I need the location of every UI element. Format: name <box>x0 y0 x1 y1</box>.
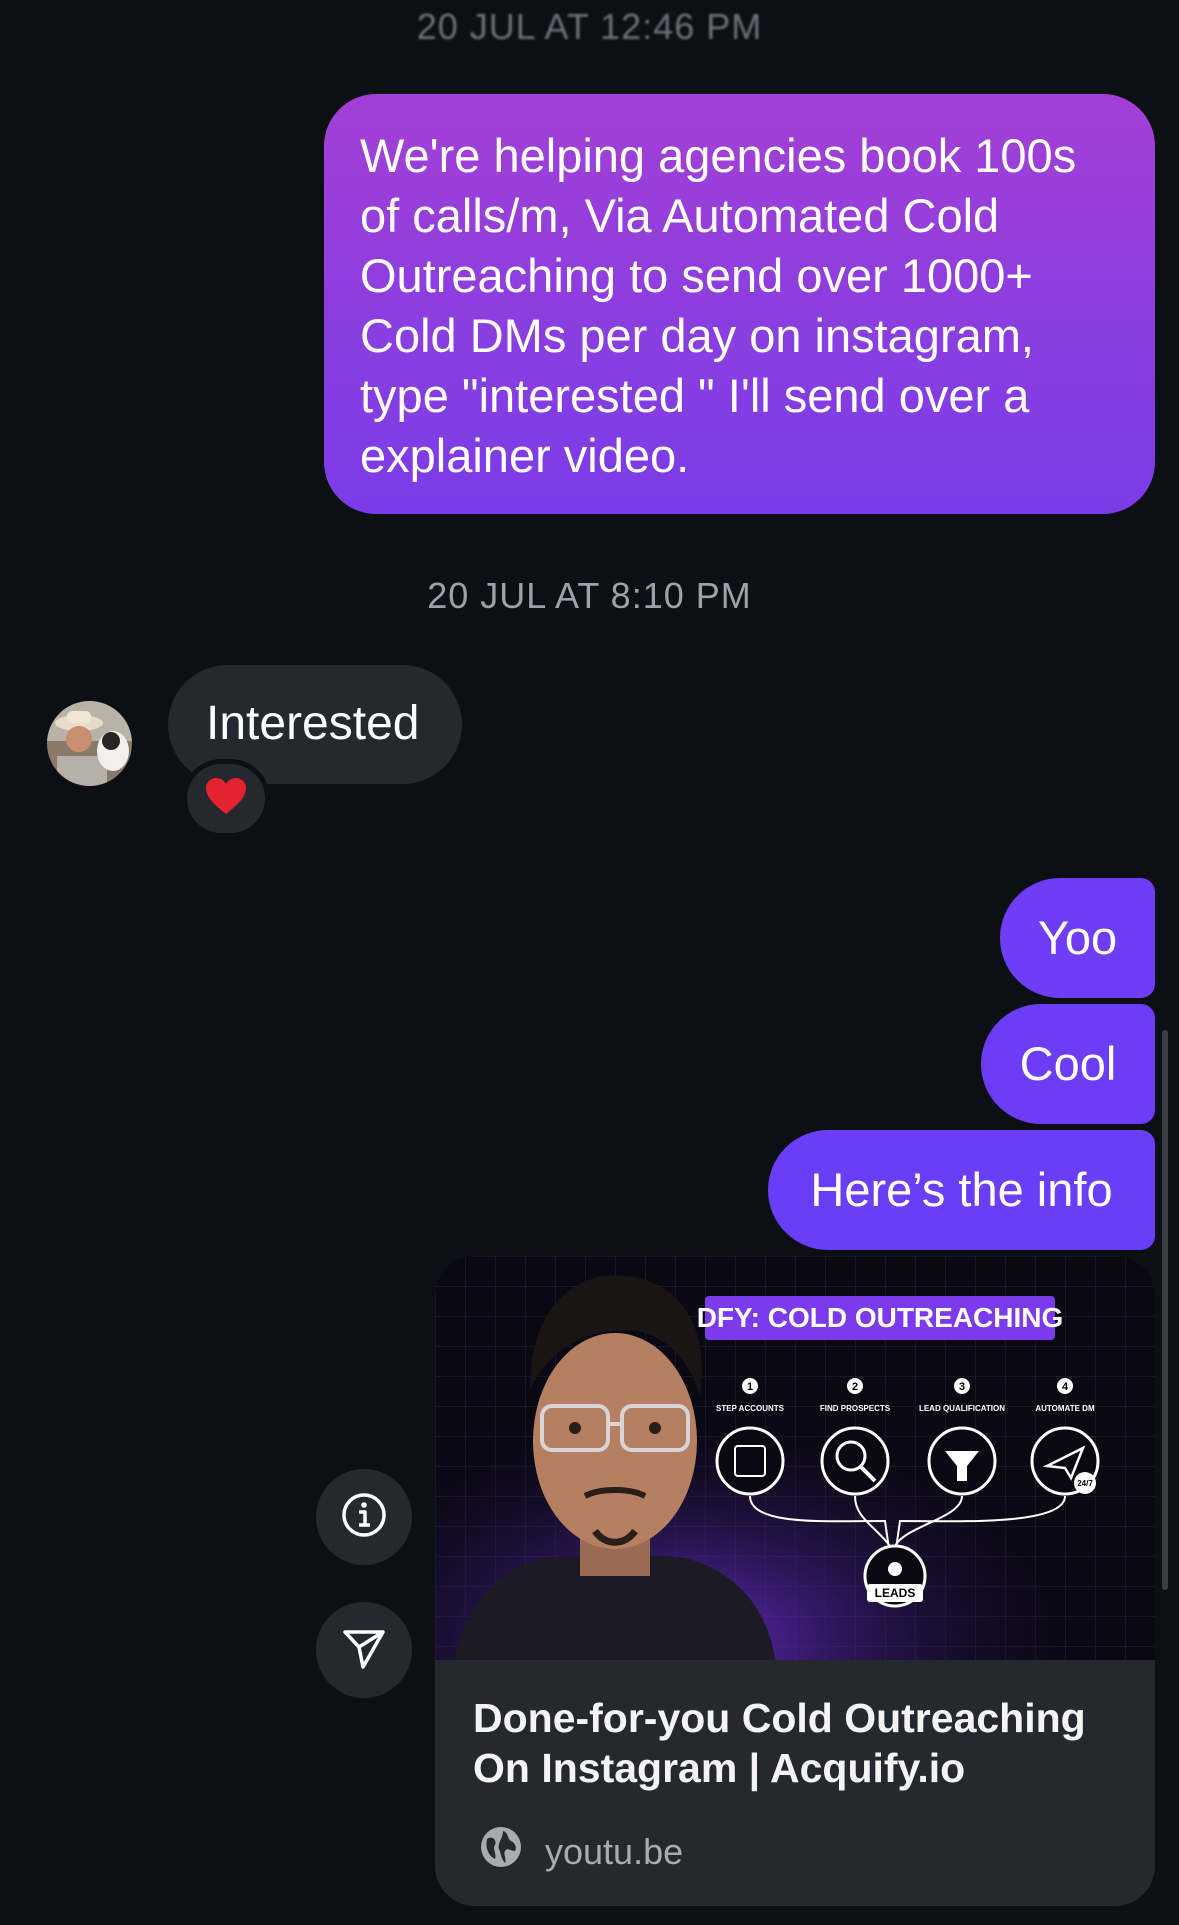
thumbnail-badge: 24/7 <box>1077 1479 1093 1488</box>
step-1-number: 1 <box>747 1381 753 1393</box>
video-thumbnail[interactable]: DFY: COLD OUTREACHING 1 STEP ACCOUNTS 2 … <box>435 1256 1155 1660</box>
globe-icon <box>477 1823 525 1880</box>
step-4-label: AUTOMATE DM <box>1035 1404 1095 1413</box>
step-3-number: 3 <box>959 1381 965 1393</box>
link-card-domain: youtu.be <box>545 1830 684 1872</box>
timestamp-first: 20 JUL AT 12:46 PM <box>416 6 763 47</box>
outgoing-message-info[interactable]: Here’s the info <box>768 1130 1155 1250</box>
step-4-number: 4 <box>1062 1381 1069 1393</box>
thumbnail-banner: DFY: COLD OUTREACHING <box>697 1302 1064 1333</box>
link-card-source: youtu.be <box>477 1823 683 1880</box>
scrollbar[interactable] <box>1162 1030 1168 1590</box>
step-3-label: LEAD QUALIFICATION <box>919 1404 1005 1413</box>
avatar[interactable] <box>47 701 132 786</box>
share-button[interactable] <box>316 1602 412 1698</box>
step-1-label: STEP ACCOUNTS <box>716 1404 785 1413</box>
step-2-number: 2 <box>852 1381 858 1393</box>
thumbnail-result: LEADS <box>875 1586 916 1600</box>
info-icon <box>339 1490 389 1545</box>
outgoing-message-pitch[interactable]: We're helping agencies book 100s of call… <box>324 94 1155 514</box>
timestamp-second: 20 JUL AT 8:10 PM <box>427 575 752 616</box>
heart-icon <box>204 776 248 821</box>
link-preview-card[interactable]: DFY: COLD OUTREACHING 1 STEP ACCOUNTS 2 … <box>435 1256 1155 1906</box>
info-button[interactable] <box>316 1469 412 1565</box>
step-2-label: FIND PROSPECTS <box>820 1404 891 1413</box>
heart-reaction[interactable] <box>182 759 270 838</box>
send-icon <box>339 1623 389 1678</box>
outgoing-message-yoo[interactable]: Yoo <box>1000 878 1155 998</box>
link-card-title[interactable]: Done-for-you Cold Outreaching On Instagr… <box>473 1693 1133 1793</box>
outgoing-message-cool[interactable]: Cool <box>981 1004 1155 1124</box>
